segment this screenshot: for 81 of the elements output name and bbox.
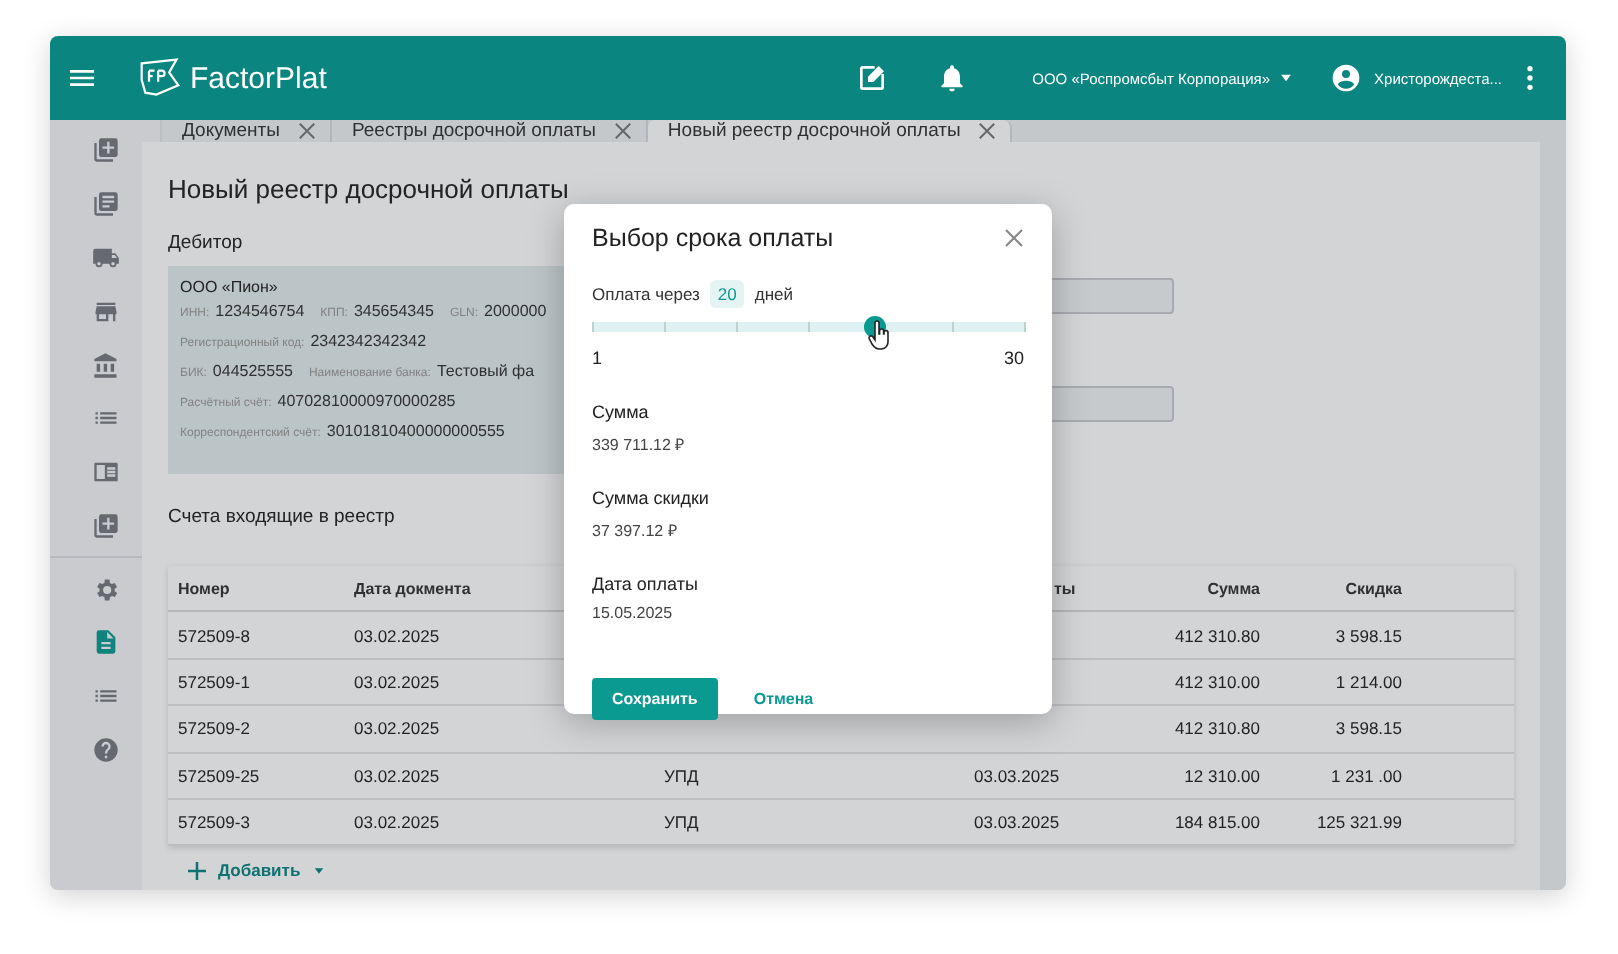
slider-max-label: 30 bbox=[1003, 348, 1024, 368]
field-value: 044525555 bbox=[212, 362, 293, 380]
documents-icon[interactable] bbox=[91, 190, 119, 219]
pointer-hand-icon bbox=[868, 320, 893, 350]
table-cell: 03.02.2025 bbox=[354, 812, 440, 833]
table-cell: 12 310.00 bbox=[1184, 765, 1260, 786]
tab-label[interactable]: Реестры досрочной оплаты bbox=[351, 120, 596, 142]
table-cell: УПД bbox=[664, 812, 699, 833]
logo-text: FactorPlat bbox=[190, 61, 327, 95]
field-value: 37 397.12 ₽ bbox=[592, 520, 680, 540]
field-value: 339 711.12 ₽ bbox=[592, 434, 688, 454]
table-cell: 412 310.00 bbox=[1174, 671, 1260, 692]
bank-icon[interactable] bbox=[91, 351, 119, 380]
tab-label[interactable]: Документы bbox=[182, 120, 280, 142]
logo-icon bbox=[138, 56, 182, 100]
add-box-icon[interactable] bbox=[91, 136, 119, 165]
field-value: 15.05.2025 bbox=[592, 604, 675, 622]
field-value: Тестовый фа bbox=[436, 362, 535, 380]
table-cell: 03.02.2025 bbox=[354, 671, 440, 692]
page-title: Новый реестр досрочной оплаты bbox=[168, 174, 571, 204]
account-icon[interactable] bbox=[1330, 62, 1363, 94]
table-cell: 572509-3 bbox=[178, 812, 250, 833]
bell-icon[interactable] bbox=[936, 62, 969, 94]
field-value: 2342342342342 bbox=[310, 332, 427, 350]
settings-icon[interactable] bbox=[91, 575, 119, 604]
table-cell: 03.02.2025 bbox=[354, 625, 440, 646]
close-icon[interactable] bbox=[297, 122, 316, 140]
field-value: 345654345 bbox=[353, 302, 434, 320]
table-cell: 572509-2 bbox=[178, 718, 250, 739]
slider-track[interactable] bbox=[592, 316, 1024, 338]
column-header: Номер bbox=[178, 579, 230, 598]
table-cell: 3 598.15 bbox=[1335, 718, 1402, 739]
field-value: 30101810400000000555 bbox=[326, 422, 505, 440]
field-value: 2000000 bbox=[484, 302, 547, 320]
column-header: Дата докмента bbox=[354, 579, 471, 598]
slider-label: Оплата через bbox=[592, 284, 700, 304]
value-badge: 20 bbox=[709, 280, 745, 308]
field-label: Сумма bbox=[592, 402, 651, 422]
document-icon[interactable] bbox=[91, 628, 119, 657]
table-cell: 184 815.00 bbox=[1174, 812, 1260, 833]
table-cell: 412 310.80 bbox=[1174, 718, 1260, 739]
field-value: 40702810000970000285 bbox=[277, 392, 456, 410]
section-heading: Счета входящие в реестр bbox=[168, 506, 395, 528]
plus-icon bbox=[188, 861, 206, 880]
close-icon[interactable] bbox=[613, 122, 632, 140]
tab[interactable]: Новый реестр досрочной оплаты bbox=[647, 120, 1013, 142]
table-cell: 572509-25 bbox=[178, 765, 260, 786]
edit-icon[interactable] bbox=[856, 62, 889, 94]
add-button[interactable]: Добавить bbox=[168, 846, 347, 890]
table-cell: 125 321.99 bbox=[1316, 812, 1402, 833]
table-cell: 03.02.2025 bbox=[354, 718, 440, 739]
table-cell: 1 231 .00 bbox=[1331, 765, 1402, 786]
table-cell: 03.02.2025 bbox=[354, 765, 440, 786]
table-cell: 572509-8 bbox=[178, 625, 250, 646]
table-cell: 03.03.2025 bbox=[974, 765, 1060, 786]
add-box-icon[interactable] bbox=[91, 511, 119, 540]
column-header: Скидка bbox=[1345, 579, 1402, 598]
slider-min-label: 1 bbox=[592, 348, 603, 368]
close-icon[interactable] bbox=[1004, 228, 1024, 248]
slider-label: дней bbox=[754, 284, 794, 304]
section-heading: Дебитор bbox=[168, 232, 243, 254]
table-cell: 412 310.80 bbox=[1174, 625, 1260, 646]
caret-icon bbox=[1278, 70, 1295, 86]
column-header: ты bbox=[1054, 579, 1076, 598]
table-cell: 572509-1 bbox=[178, 671, 250, 692]
tab-label[interactable]: Новый реестр досрочной оплаты bbox=[667, 120, 961, 142]
truck-icon[interactable] bbox=[91, 243, 119, 272]
table-cell: 03.03.2025 bbox=[974, 812, 1060, 833]
panel-icon[interactable] bbox=[91, 458, 119, 487]
field-label: Сумма скидки bbox=[592, 488, 711, 508]
dialog-title: Выбор срока оплаты bbox=[592, 224, 834, 252]
close-icon[interactable] bbox=[978, 122, 997, 140]
column-header: Сумма bbox=[1207, 579, 1260, 598]
table-cell: 1 214.00 bbox=[1335, 671, 1402, 692]
field-value: 1234546754 bbox=[215, 302, 305, 320]
store-icon[interactable] bbox=[91, 297, 119, 326]
help-icon[interactable] bbox=[91, 735, 119, 764]
field-label: Дата оплаты bbox=[592, 574, 700, 594]
table-cell: 3 598.15 bbox=[1335, 625, 1402, 646]
debtor-name: ООО «Пион» bbox=[180, 278, 280, 296]
table-cell: УПД bbox=[664, 765, 699, 786]
